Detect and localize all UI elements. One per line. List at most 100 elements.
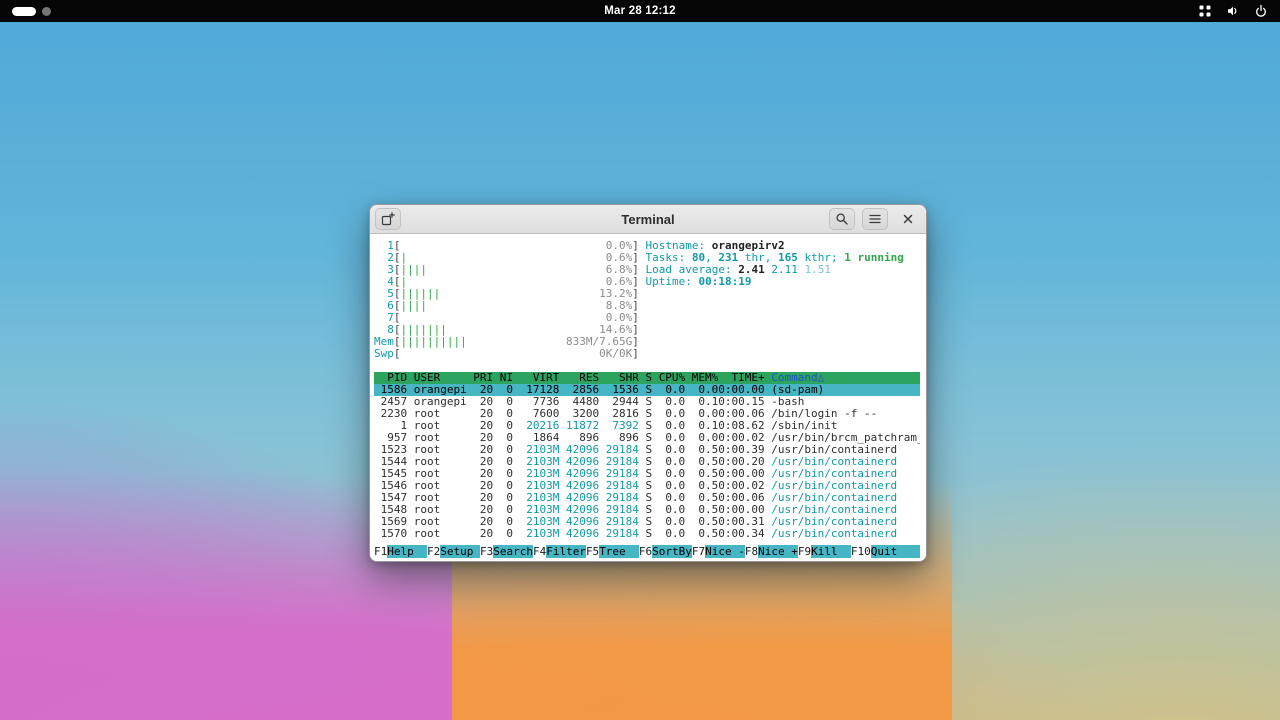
cell-ni: 0 xyxy=(493,408,513,420)
process-row[interactable]: 2457orangepi200773644802944S0.00.10:00.1… xyxy=(374,396,920,408)
process-row[interactable]: 1544root2002103M4209629184S0.00.50:00.20… xyxy=(374,456,920,468)
workspace-indicator-active[interactable] xyxy=(12,7,36,16)
cell-res: 4480 xyxy=(559,396,599,408)
cell-virt: 20216 xyxy=(513,420,559,432)
cell-s: S xyxy=(639,384,652,396)
cell-res: 42096 xyxy=(559,504,599,516)
cell-pid: 1 xyxy=(374,420,407,432)
close-button[interactable] xyxy=(895,208,921,230)
process-row[interactable]: 1547root2002103M4209629184S0.00.50:00.06… xyxy=(374,492,920,504)
cell-s: S xyxy=(639,480,652,492)
meter-swp: Swp[0K/0K] xyxy=(374,348,639,360)
process-row[interactable]: 957root2001864896896S0.00.00:00.02/usr/b… xyxy=(374,432,920,444)
process-row[interactable]: 1523root2002103M4209629184S0.00.50:00.39… xyxy=(374,444,920,456)
menu-button[interactable] xyxy=(862,208,888,230)
meter-6: 6[||||8.8%] xyxy=(374,300,639,312)
column-header-res[interactable]: RES xyxy=(559,372,599,384)
process-row[interactable]: 2230root200760032002816S0.00.00:00.06/bi… xyxy=(374,408,920,420)
fnkey-f2[interactable]: F2Setup xyxy=(427,545,480,558)
column-header-cpu[interactable]: CPU% xyxy=(652,372,685,384)
new-tab-button[interactable] xyxy=(375,208,401,230)
column-header-command[interactable]: Command△ xyxy=(765,372,920,384)
top-bar: Mar 28 12:12 xyxy=(0,0,1280,22)
fnkey-f1[interactable]: F1Help xyxy=(374,545,427,558)
cell-pri: 20 xyxy=(467,396,493,408)
cell-time: 0:00.06 xyxy=(718,492,764,504)
cell-cmd: /usr/bin/containerd xyxy=(765,516,920,528)
cell-ni: 0 xyxy=(493,396,513,408)
fnkey-label: F4 xyxy=(533,545,546,558)
column-header-time[interactable]: TIME+ xyxy=(718,372,764,384)
titlebar[interactable]: Terminal xyxy=(370,205,926,234)
clock[interactable]: Mar 28 12:12 xyxy=(604,5,675,17)
power-icon[interactable] xyxy=(1254,4,1268,18)
cell-cpu: 0.0 xyxy=(652,456,685,468)
column-header-pri[interactable]: PRI xyxy=(467,372,493,384)
cell-cmd: (sd-pam) xyxy=(765,384,920,396)
process-row[interactable]: 1root20020216118727392S0.00.10:08.62/sbi… xyxy=(374,420,920,432)
meter-1: 1[0.0%] xyxy=(374,240,639,252)
process-row[interactable]: 1545root2002103M4209629184S0.00.50:00.00… xyxy=(374,468,920,480)
system-status-area[interactable] xyxy=(1198,4,1268,18)
cpu-memory-meters: 1[0.0%]2[|0.6%]3[||||6.8%]4[|0.6%]5[||||… xyxy=(374,240,639,360)
cell-virt: 2103M xyxy=(513,456,559,468)
cell-shr: 29184 xyxy=(599,480,639,492)
fnkey-f5[interactable]: F5Tree xyxy=(586,545,639,558)
fnkey-action: Tree xyxy=(599,545,639,558)
search-button[interactable] xyxy=(829,208,855,230)
volume-icon[interactable] xyxy=(1226,4,1240,18)
cell-cmd: /usr/bin/containerd xyxy=(765,468,920,480)
fnkey-f4[interactable]: F4Filter xyxy=(533,545,586,558)
fnkey-f6[interactable]: F6SortBy xyxy=(639,545,692,558)
fnkey-action: Filter xyxy=(546,545,586,558)
cell-ni: 0 xyxy=(493,384,513,396)
cell-cmd: /usr/bin/containerd xyxy=(765,456,920,468)
cell-pri: 20 xyxy=(467,516,493,528)
cell-s: S xyxy=(639,396,652,408)
cell-pri: 20 xyxy=(467,420,493,432)
fnkey-f8[interactable]: F8Nice + xyxy=(745,545,798,558)
meter-7: 7[0.0%] xyxy=(374,312,639,324)
hamburger-menu-icon xyxy=(868,212,882,226)
column-header-virt[interactable]: VIRT xyxy=(513,372,559,384)
fnkey-f9[interactable]: F9Kill xyxy=(798,545,851,558)
column-header-ni[interactable]: NI xyxy=(493,372,513,384)
process-row[interactable]: 1569root2002103M4209629184S0.00.50:00.31… xyxy=(374,516,920,528)
process-row[interactable]: 1546root2002103M4209629184S0.00.50:00.02… xyxy=(374,480,920,492)
column-header-s[interactable]: S xyxy=(639,372,652,384)
cell-shr: 1536 xyxy=(599,384,639,396)
process-row[interactable]: 1548root2002103M4209629184S0.00.50:00.00… xyxy=(374,504,920,516)
cell-user: root xyxy=(407,528,467,540)
terminal-content: 1[0.0%]2[|0.6%]3[||||6.8%]4[|0.6%]5[||||… xyxy=(370,234,926,561)
fnkey-f3[interactable]: F3Search xyxy=(480,545,533,558)
cell-ni: 0 xyxy=(493,468,513,480)
cell-shr: 2944 xyxy=(599,396,639,408)
cell-virt: 7736 xyxy=(513,396,559,408)
cell-s: S xyxy=(639,468,652,480)
cell-res: 3200 xyxy=(559,408,599,420)
cell-mem: 0.0 xyxy=(685,408,718,420)
process-row[interactable]: 1586orangepi2001712828561536S0.00.00:00.… xyxy=(374,384,920,396)
column-header-user[interactable]: USER xyxy=(407,372,467,384)
spacer xyxy=(374,360,920,372)
fnkey-action: Quit xyxy=(871,545,911,558)
column-header-mem[interactable]: MEM% xyxy=(685,372,718,384)
process-row[interactable]: 1570root2002103M4209629184S0.00.50:00.34… xyxy=(374,528,920,540)
meter-value: 13.2% xyxy=(599,288,632,300)
cell-pri: 20 xyxy=(467,528,493,540)
cell-mem: 0.1 xyxy=(685,396,718,408)
fnkey-f10[interactable]: F10Quit xyxy=(851,545,911,558)
system-info: Hostname: orangepirv2Tasks: 80, 231 thr,… xyxy=(646,240,921,360)
fnkey-f7[interactable]: F7Nice - xyxy=(692,545,745,558)
cell-mem: 0.0 xyxy=(685,432,718,444)
cell-time: 0:00.00 xyxy=(718,468,764,480)
cell-mem: 0.5 xyxy=(685,504,718,516)
column-header-shr[interactable]: SHR xyxy=(599,372,639,384)
cell-time: 0:00.06 xyxy=(718,408,764,420)
column-header-pid[interactable]: PID xyxy=(374,372,407,384)
cell-shr: 29184 xyxy=(599,456,639,468)
meter-bar: |0.6% xyxy=(400,252,632,264)
workspace-indicator-inactive[interactable] xyxy=(42,7,51,16)
app-grid-icon[interactable] xyxy=(1198,4,1212,18)
cell-s: S xyxy=(639,456,652,468)
